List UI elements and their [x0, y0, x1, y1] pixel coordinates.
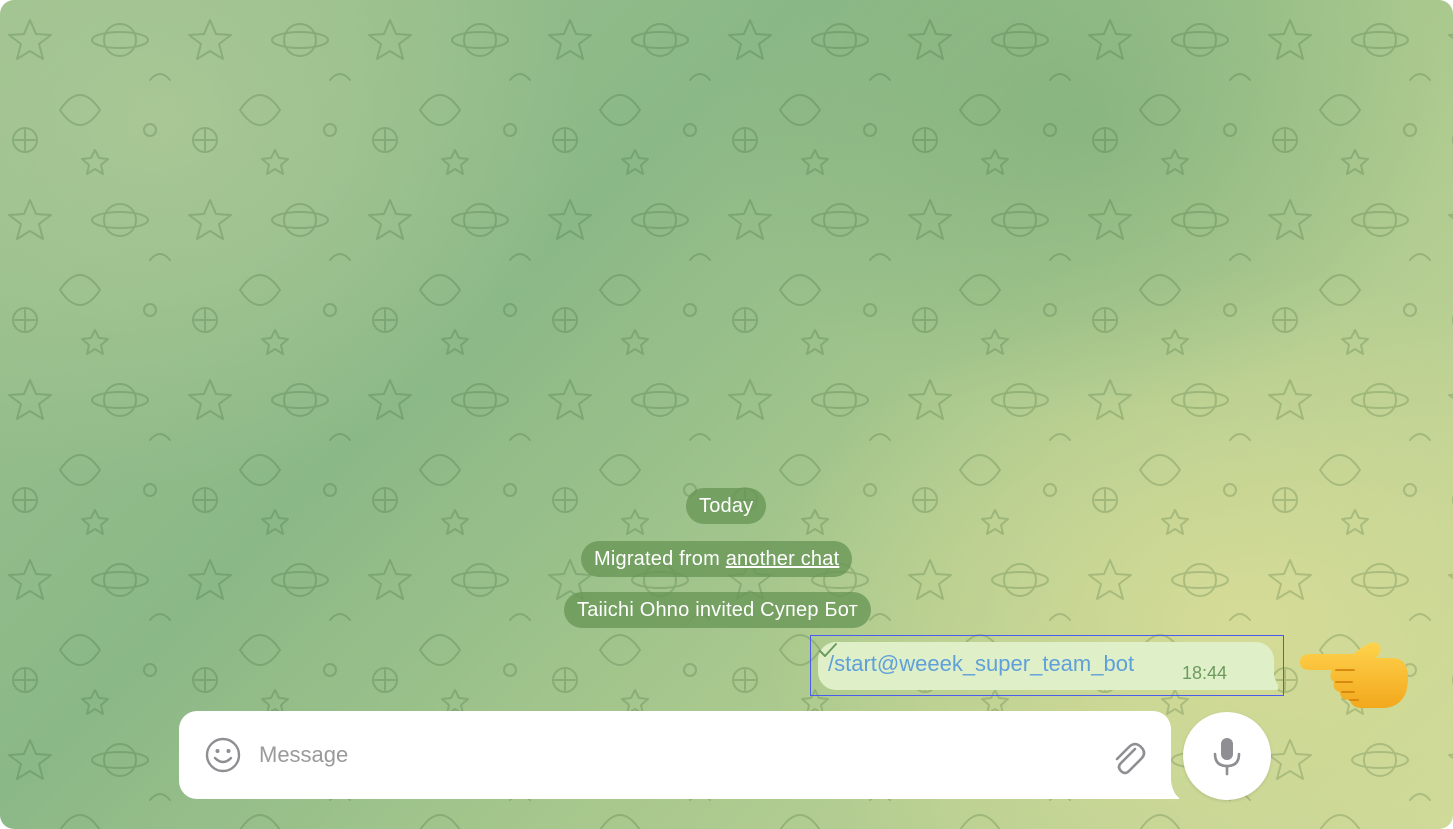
pointing-hand-icon	[1300, 642, 1408, 708]
invited-text: Taiichi Ohno invited Супер Бот	[577, 599, 859, 621]
service-message-migrated: Migrated from another chat	[581, 541, 853, 577]
messages-area: Today Migrated from another chat Taiichi…	[0, 0, 1453, 829]
microphone-icon	[1213, 738, 1241, 776]
date-separator: Today	[686, 488, 767, 524]
message-composer	[179, 711, 1179, 799]
message-highlight-box	[810, 635, 1284, 696]
chat-window: Today Migrated from another chat Taiichi…	[0, 0, 1453, 829]
smile-icon[interactable]	[204, 736, 242, 774]
migrated-chat-link[interactable]: another chat	[726, 548, 840, 570]
voice-record-button[interactable]	[1183, 712, 1271, 800]
migrated-text: Migrated from	[594, 548, 726, 570]
date-label: Today	[699, 495, 754, 517]
service-message-invited: Taiichi Ohno invited Супер Бот	[564, 592, 872, 628]
message-input[interactable]	[259, 739, 1099, 771]
paperclip-icon[interactable]	[1107, 737, 1147, 777]
